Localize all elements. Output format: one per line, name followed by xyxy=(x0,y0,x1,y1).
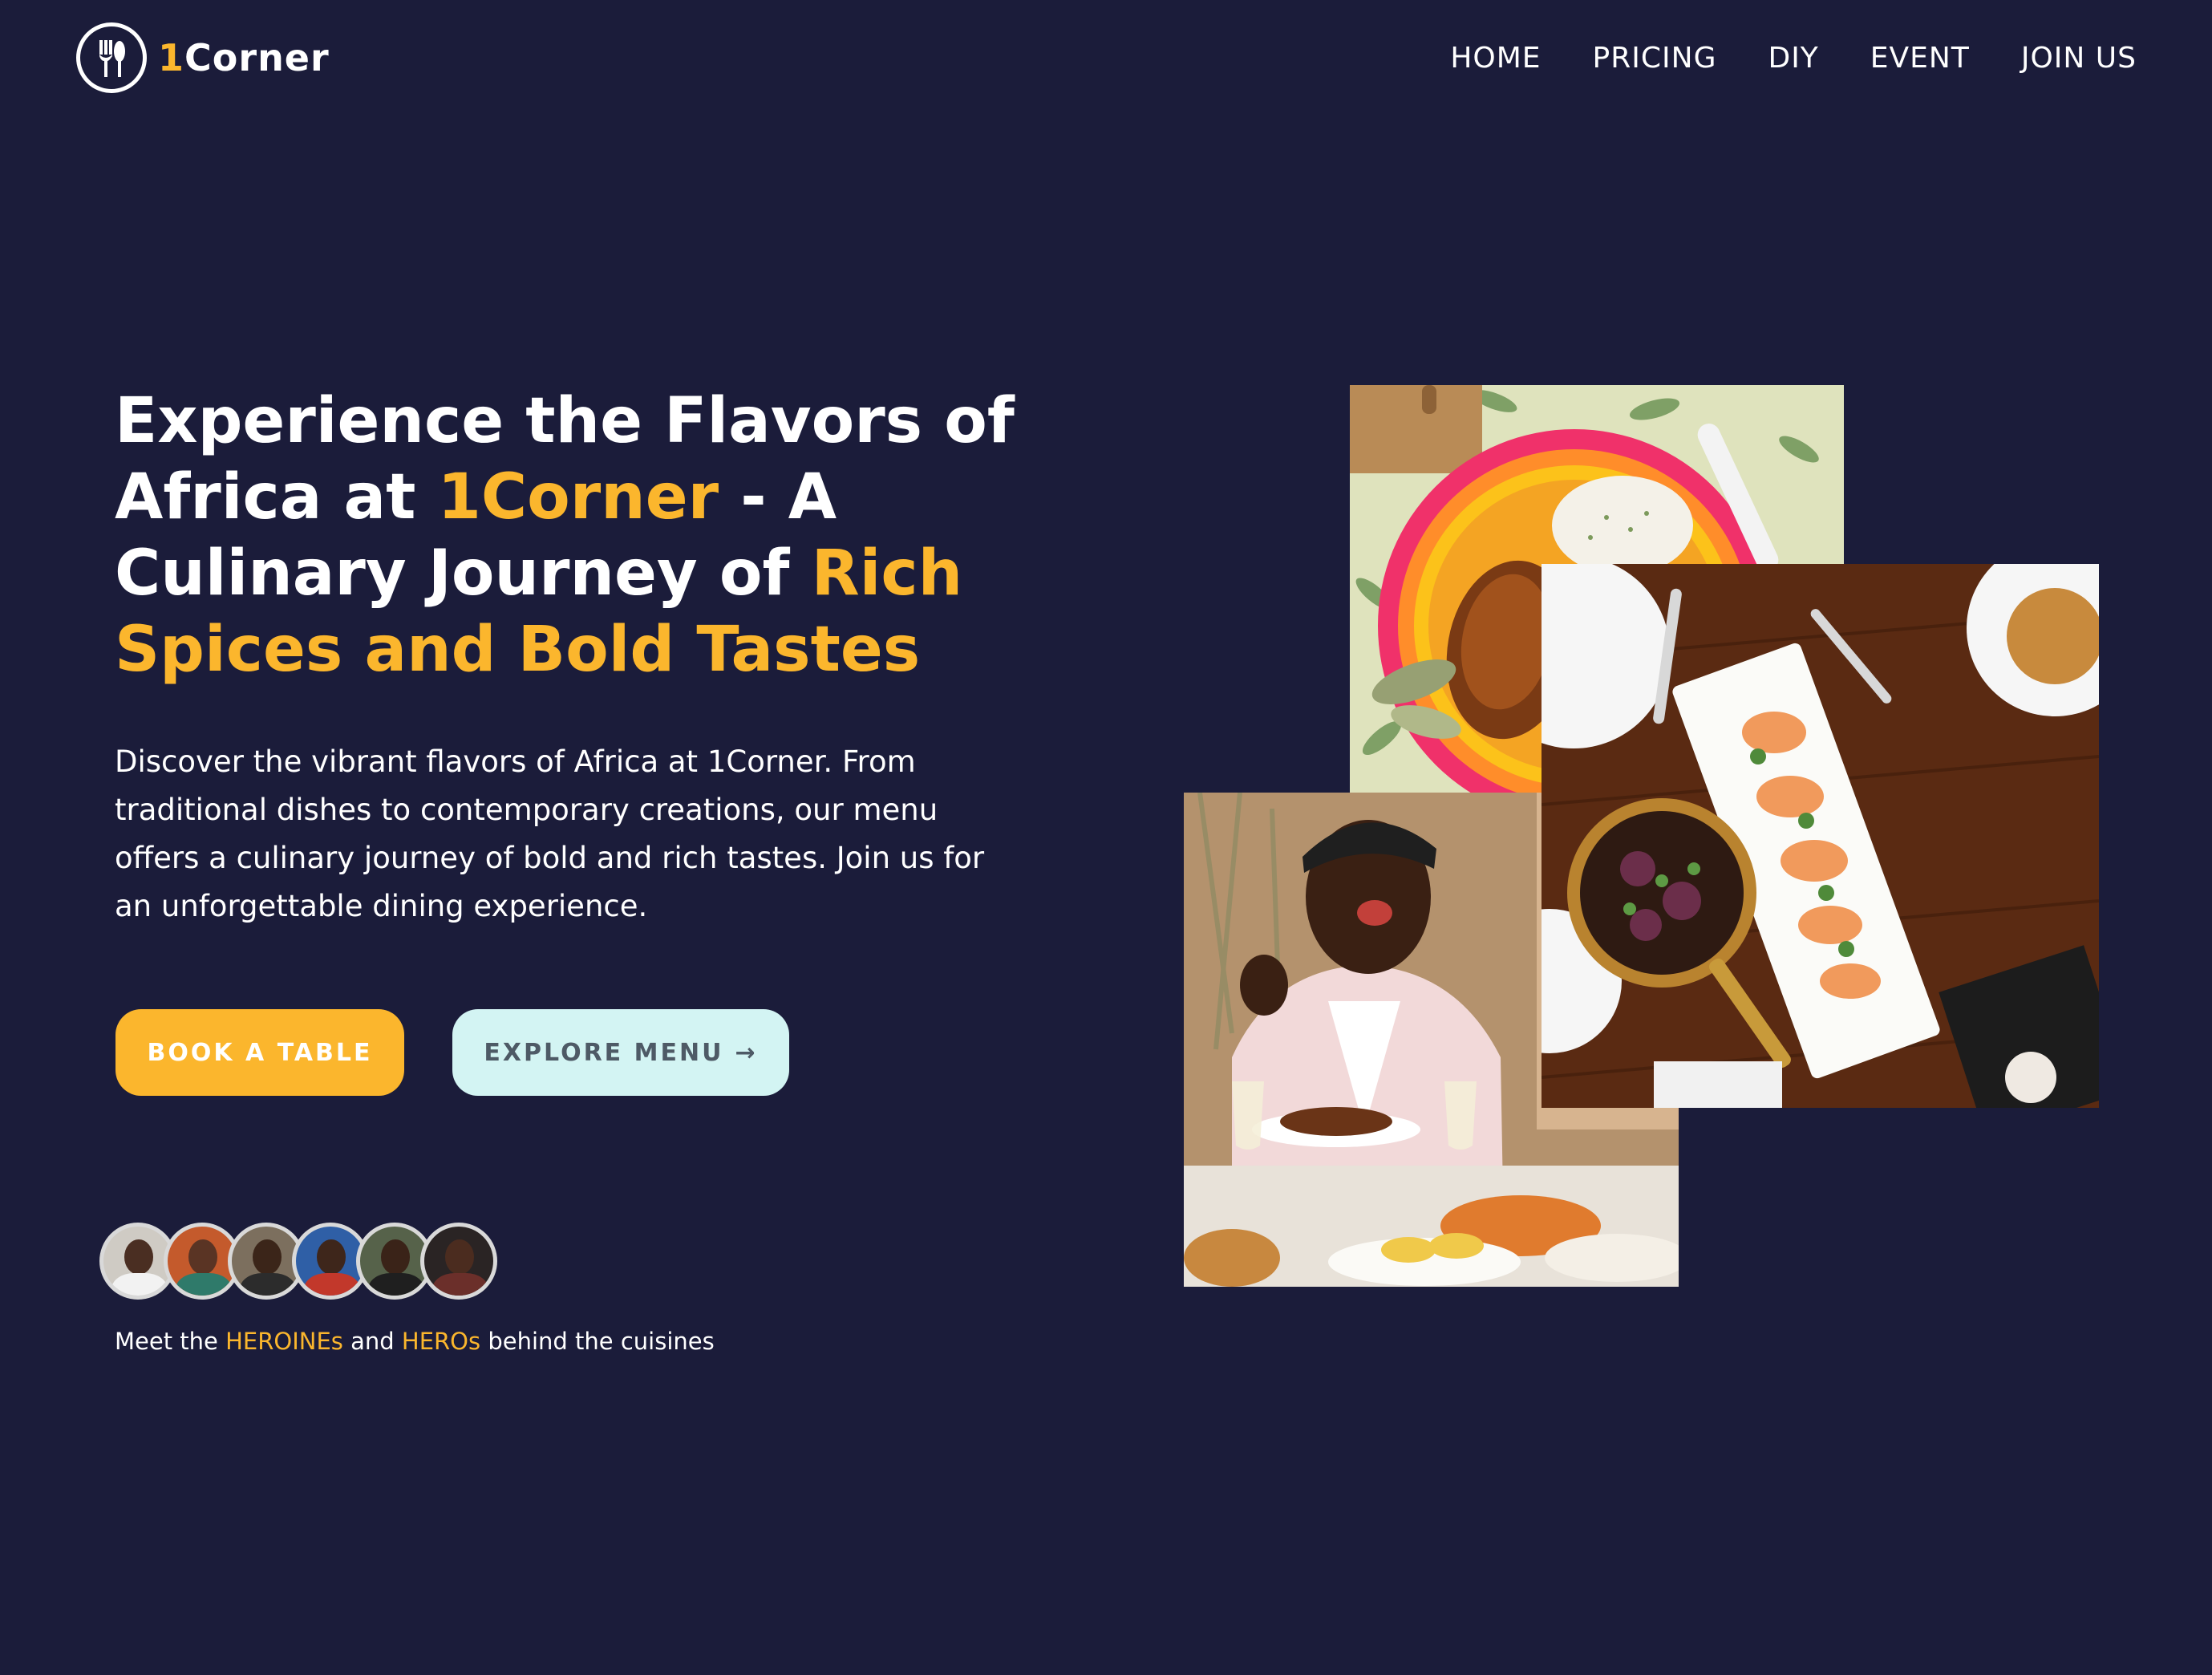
explore-menu-button[interactable]: EXPLORE MENU → xyxy=(452,1009,789,1096)
meet-suffix: behind the cuisines xyxy=(480,1328,715,1355)
meet-prefix: Meet the xyxy=(115,1328,226,1355)
explore-menu-label: EXPLORE MENU xyxy=(484,1038,724,1067)
fork-spoon-icon xyxy=(76,22,147,93)
brand-name-accent: 1 xyxy=(158,36,185,79)
nav-pricing[interactable]: PRICING xyxy=(1593,42,1717,75)
book-table-label: BOOK A TABLE xyxy=(147,1038,373,1067)
avatar[interactable] xyxy=(420,1223,497,1300)
hero-title: Experience the Flavors of Africa at 1Cor… xyxy=(115,383,1045,688)
heroines-link[interactable]: HEROINEs xyxy=(225,1328,343,1355)
hero-description: Discover the vibrant flavors of Africa a… xyxy=(115,744,985,923)
book-table-button[interactable]: BOOK A TABLE xyxy=(115,1009,404,1096)
hero-title-accent-brand: 1Corner xyxy=(437,461,719,533)
meet-the-team-text: Meet the HEROINEs and HEROs behind the c… xyxy=(115,1328,715,1355)
meet-middle: and xyxy=(342,1328,402,1355)
seafood-spread-photo xyxy=(1542,564,2099,1108)
arrow-right-icon: → xyxy=(735,1038,758,1067)
nav-diy[interactable]: DIY xyxy=(1768,42,1818,75)
nav-event[interactable]: EVENT xyxy=(1870,42,1970,75)
brand-name-rest: Corner xyxy=(184,36,330,79)
main-nav: HOME PRICING DIY EVENT JOIN US xyxy=(1450,42,2137,75)
team-avatars xyxy=(99,1223,497,1300)
brand-name: 1Corner xyxy=(158,36,330,79)
nav-home[interactable]: HOME xyxy=(1450,42,1541,75)
brand-logo[interactable]: 1Corner xyxy=(76,22,330,93)
heroes-link[interactable]: HEROs xyxy=(402,1328,480,1355)
nav-join-us[interactable]: JOIN US xyxy=(2021,42,2137,75)
